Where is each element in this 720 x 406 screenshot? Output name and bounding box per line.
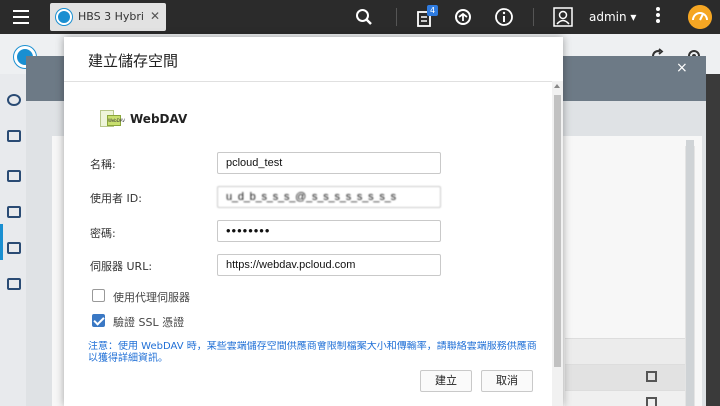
verify-ssl-checkbox[interactable] [92,314,105,327]
webdav-icon: WebDAV [100,110,125,128]
user-icon[interactable] [553,7,573,27]
window-scrollbar[interactable] [686,140,694,406]
backup-icon[interactable] [7,130,21,142]
toolbar-divider [533,8,534,26]
app-tab-hbs3[interactable]: HBS 3 Hybrid B... ✕ [50,3,166,31]
overview-icon[interactable] [7,94,21,106]
dialog-title: 建立儲存空間 [88,52,179,70]
create-storage-dialog: 建立儲存空間 WebDAV WebDAV 名稱: 使用者 ID: 密碼: 伺服器… [64,37,563,406]
cancel-button[interactable]: 取消 [481,370,533,392]
sidebar-active-indicator [0,224,3,260]
dialog-scrollbar[interactable] [552,81,563,406]
storage-icon[interactable] [7,170,21,182]
services-icon[interactable] [7,242,21,254]
user-id-label: 使用者 ID: [90,192,142,205]
scroll-up-icon[interactable] [554,84,560,88]
table-row[interactable] [565,390,685,406]
tab-close-icon[interactable]: ✕ [150,9,160,23]
logs-icon[interactable] [7,278,21,290]
window-close-icon[interactable]: × [676,60,688,76]
top-bar: HBS 3 Hybrid B... ✕ 4 admin ▾ [0,0,720,34]
search-icon[interactable] [355,7,373,27]
more-icon[interactable] [655,7,661,27]
dashboard-gauge-icon[interactable] [688,5,712,29]
list-header [565,338,685,364]
name-field[interactable] [217,152,441,174]
sync-icon[interactable] [453,7,473,27]
server-url-field[interactable] [217,254,441,276]
password-label: 密碼: [90,227,116,240]
verify-ssl-label: 驗證 SSL 憑證 [113,316,185,329]
proxy-checkbox[interactable] [92,289,105,302]
user-menu[interactable]: admin ▾ [589,10,636,24]
info-icon[interactable] [494,7,514,27]
dialog-divider [64,81,563,82]
app-sidebar [0,74,26,406]
scroll-thumb[interactable] [554,95,561,367]
tab-title: HBS 3 Hybrid B... [78,10,144,23]
name-label: 名稱: [90,158,116,171]
user-id-field[interactable] [217,186,441,208]
task-count-badge: 4 [427,5,438,16]
webdav-note: 注意：使用 WebDAV 時，某些雲端儲存空間供應商會限制檔案大小和傳輸率，請聯… [88,341,537,363]
table-row[interactable] [565,364,685,390]
server-url-label: 伺服器 URL: [90,260,153,273]
password-field[interactable] [217,220,441,242]
edit-icon[interactable] [646,371,657,382]
hbs3-app-icon [56,9,72,25]
proxy-label: 使用代理伺服器 [113,291,190,304]
service-name: WebDAV [130,112,188,126]
create-button[interactable]: 建立 [420,370,472,392]
sync-jobs-icon[interactable] [7,206,21,218]
toolbar-divider [396,8,397,26]
menu-icon[interactable] [10,6,32,28]
edit-icon[interactable] [646,397,657,406]
